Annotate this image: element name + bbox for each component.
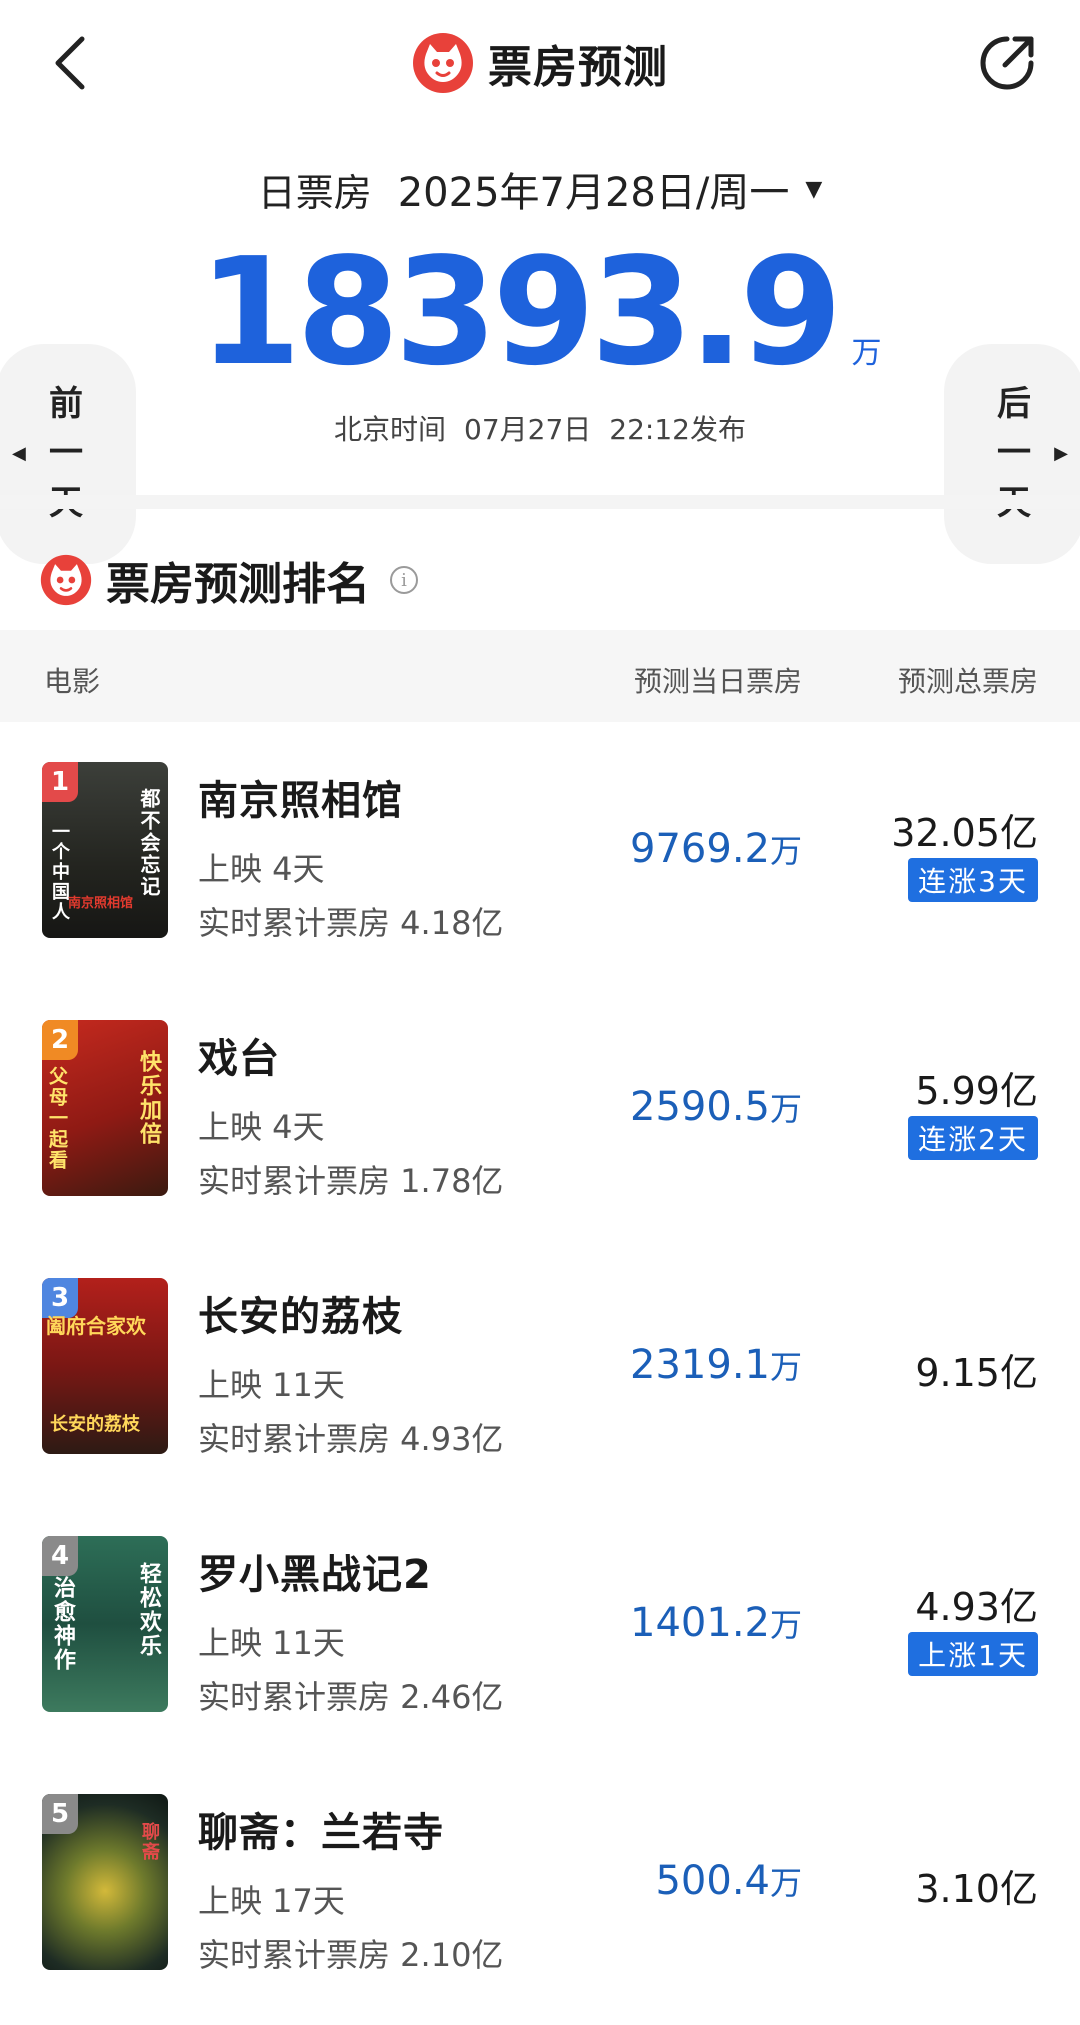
cumulative-box-office: 实时累计票房 2.10亿 <box>198 1936 504 1974</box>
day-forecast-unit: 万 <box>769 1606 802 1644</box>
movie-poster: 1 都不会忘记 一个中国人 南京照相馆 <box>42 762 168 938</box>
movie-row[interactable]: 2 快乐加倍 父母一起看 戏台 上映 4天 实时累计票房 1.78亿 2590.… <box>0 980 1080 1238</box>
total-box-office-unit: 万 <box>851 336 882 371</box>
total-forecast: 3.10亿 <box>915 1867 1038 1911</box>
cumulative-box-office: 实时累计票房 2.46亿 <box>198 1678 504 1716</box>
ranking-header: 票房预测排名 i <box>40 540 418 620</box>
poster-title: 聊斋 <box>139 1822 160 1862</box>
total-box-office-value: 18393.9 <box>198 226 842 398</box>
nav-title-group: 票房预测 <box>0 28 1080 98</box>
day-forecast-value: 500.4 <box>655 1858 770 1904</box>
total-forecast: 5.99亿 <box>915 1069 1038 1113</box>
trend-badge: 连涨3天 <box>908 858 1038 902</box>
day-forecast-unit: 万 <box>769 1090 802 1128</box>
section-divider <box>0 495 1080 509</box>
cat-logo-icon <box>40 554 92 606</box>
release-days: 上映 17天 <box>198 1882 345 1920</box>
day-forecast: 1401.2万 <box>630 1600 802 1646</box>
date-label: 日票房 <box>257 170 372 215</box>
trend-badge: 上涨1天 <box>908 1632 1038 1676</box>
page-title: 票房预测 <box>488 42 668 93</box>
movie-row[interactable]: 5 聊斋 聊斋：兰若寺 上映 17天 实时累计票房 2.10亿 500.4万 3… <box>0 1754 1080 2012</box>
share-button[interactable] <box>974 30 1040 96</box>
ranking-title: 票房预测排名 <box>106 559 370 610</box>
day-forecast-value: 9769.2 <box>630 826 770 872</box>
day-forecast-value: 2319.1 <box>630 1342 770 1388</box>
day-forecast-unit: 万 <box>769 1348 802 1386</box>
rank-badge: 1 <box>42 762 78 802</box>
share-icon <box>980 36 1034 90</box>
rank-badge: 2 <box>42 1020 78 1060</box>
total-forecast: 9.15亿 <box>915 1351 1038 1395</box>
movie-title: 长安的荔枝 <box>198 1294 403 1340</box>
movie-title: 聊斋：兰若寺 <box>198 1810 444 1856</box>
column-header-movie: 电影 <box>44 665 101 698</box>
poster-tagline: 阖府合家欢 <box>46 1314 146 1338</box>
movie-title: 罗小黑战记2 <box>198 1552 432 1598</box>
rank-badge: 4 <box>42 1536 78 1576</box>
table-header: 电影 预测当日票房 预测总票房 <box>0 630 1080 722</box>
cumulative-box-office: 实时累计票房 1.78亿 <box>198 1162 504 1200</box>
date-selector[interactable]: 日票房 2025年7月28日/周一 ▼ <box>0 160 1080 218</box>
day-forecast-value: 1401.2 <box>630 1600 770 1646</box>
day-forecast-unit: 万 <box>769 832 802 870</box>
column-header-total-forecast: 预测总票房 <box>897 665 1038 698</box>
day-forecast: 9769.2万 <box>630 826 802 872</box>
movie-ranking-list: 1 都不会忘记 一个中国人 南京照相馆 南京照相馆 上映 4天 实时累计票房 4… <box>0 722 1080 2012</box>
publish-zone: 北京时间 <box>334 413 447 446</box>
poster-tagline: 都不会忘记 <box>137 788 161 898</box>
column-header-day-forecast: 预测当日票房 <box>633 665 802 698</box>
release-days: 上映 11天 <box>198 1624 345 1662</box>
day-forecast-unit: 万 <box>769 1864 802 1902</box>
caret-down-icon: ▼ <box>805 176 823 202</box>
info-icon[interactable]: i <box>390 566 418 594</box>
movie-row[interactable]: 3 阖府合家欢 长安的荔枝 长安的荔枝 上映 11天 实时累计票房 4.93亿 … <box>0 1238 1080 1496</box>
publish-date: 07月27日 <box>464 413 592 446</box>
total-box-office: 18393.9 万 <box>0 238 1080 386</box>
movie-poster: 4 轻松欢乐 治愈神作 <box>42 1536 168 1712</box>
cumulative-box-office: 实时累计票房 4.93亿 <box>198 1420 504 1458</box>
rank-badge: 5 <box>42 1794 78 1834</box>
poster-title: 南京照相馆 <box>68 896 134 911</box>
next-day-button[interactable]: ▶ 后 一 天 <box>944 344 1080 564</box>
poster-tagline: 父母一起看 <box>46 1066 68 1171</box>
date-value: 2025年7月28日/周一 <box>397 170 790 216</box>
publish-clock: 22:12发布 <box>609 413 746 446</box>
day-forecast-value: 2590.5 <box>630 1084 770 1130</box>
movie-row[interactable]: 4 轻松欢乐 治愈神作 罗小黑战记2 上映 11天 实时累计票房 2.46亿 1… <box>0 1496 1080 1754</box>
poster-title: 长安的荔枝 <box>50 1414 140 1435</box>
day-forecast: 500.4万 <box>655 1858 802 1904</box>
day-forecast: 2590.5万 <box>630 1084 802 1130</box>
movie-title: 南京照相馆 <box>198 778 403 824</box>
movie-title: 戏台 <box>198 1036 280 1082</box>
cat-logo-icon <box>413 33 473 93</box>
movie-poster: 3 阖府合家欢 长安的荔枝 <box>42 1278 168 1454</box>
publish-time: 北京时间 07月27日 22:12发布 <box>0 408 1080 448</box>
movie-poster: 5 聊斋 <box>42 1794 168 1970</box>
total-forecast: 4.93亿 <box>915 1585 1038 1629</box>
poster-tagline: 治愈神作 <box>50 1576 75 1672</box>
daily-box-office-panel: 日票房 2025年7月28日/周一 ▼ ◀ 前 一 天 18393.9 万 ▶ … <box>0 130 1080 564</box>
top-nav: 票房预测 <box>0 0 1080 130</box>
release-days: 上映 4天 <box>198 850 325 888</box>
release-days: 上映 11天 <box>198 1366 345 1404</box>
cumulative-box-office: 实时累计票房 4.18亿 <box>198 904 504 942</box>
trend-badge: 连涨2天 <box>908 1116 1038 1160</box>
poster-tagline: 快乐加倍 <box>136 1050 161 1146</box>
movie-poster: 2 快乐加倍 父母一起看 <box>42 1020 168 1196</box>
total-forecast: 32.05亿 <box>891 811 1038 855</box>
movie-row[interactable]: 1 都不会忘记 一个中国人 南京照相馆 南京照相馆 上映 4天 实时累计票房 4… <box>0 722 1080 980</box>
day-forecast: 2319.1万 <box>630 1342 802 1388</box>
release-days: 上映 4天 <box>198 1108 325 1146</box>
poster-tagline: 轻松欢乐 <box>136 1562 161 1658</box>
